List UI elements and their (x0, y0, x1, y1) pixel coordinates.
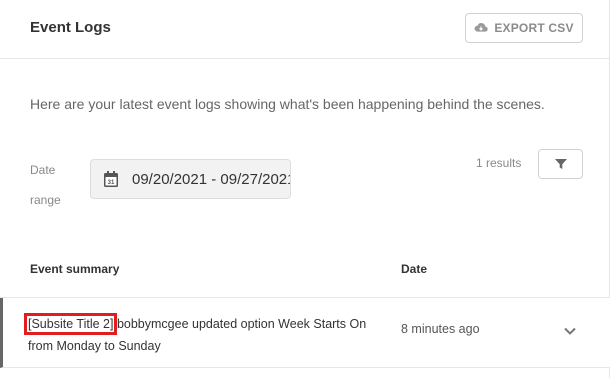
table-row[interactable]: [Subsite Title 2] bobbymcgee updated opt… (0, 298, 610, 368)
panel-header: Event Logs EXPORT CSV (0, 0, 610, 59)
date-range-input[interactable]: 31 09/20/2021 - 09/27/2021 (90, 159, 291, 199)
calendar-icon: 31 (104, 171, 118, 187)
filter-button[interactable] (538, 149, 583, 179)
export-csv-button[interactable]: EXPORT CSV (465, 13, 583, 43)
page-description: Here are your latest event logs showing … (30, 96, 545, 112)
date-range-label: Date range (30, 155, 70, 215)
results-count: 1 results (476, 156, 522, 170)
event-summary: [Subsite Title 2] bobbymcgee updated opt… (23, 313, 388, 357)
date-range-label-line2: range (30, 193, 61, 207)
column-header-date: Date (401, 262, 428, 276)
date-range-label-line1: Date (30, 163, 56, 177)
chevron-down-icon[interactable] (563, 326, 577, 336)
event-date: 8 minutes ago (401, 322, 480, 336)
column-header-event-summary: Event summary (30, 262, 120, 276)
date-range-value: 09/20/2021 - 09/27/2021 (132, 170, 291, 188)
svg-text:31: 31 (108, 180, 115, 186)
export-csv-label: EXPORT CSV (494, 21, 574, 35)
filter-icon (554, 159, 567, 169)
cloud-download-icon (474, 23, 489, 32)
subsite-tag: [Subsite Title 2] (23, 313, 118, 335)
event-logs-panel: Event Logs EXPORT CSV Here are your late… (0, 0, 610, 378)
page-title: Event Logs (30, 19, 111, 36)
